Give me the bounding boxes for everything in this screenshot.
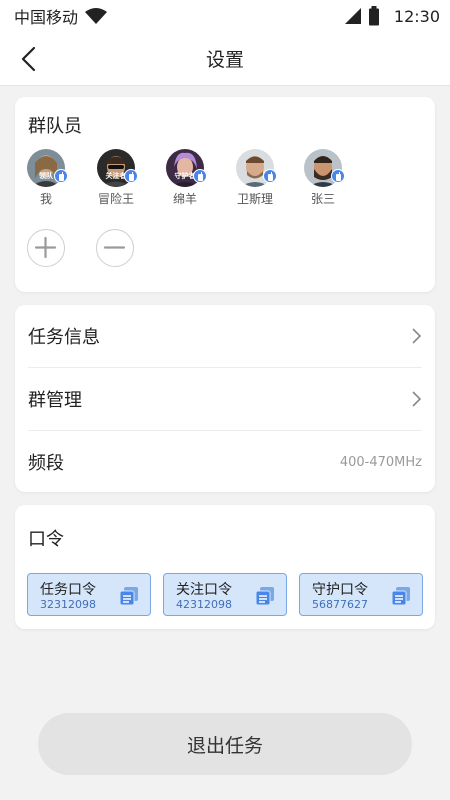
task-info-row[interactable]: 任务信息: [28, 305, 422, 367]
copy-icon: [119, 587, 138, 606]
back-arrow-icon[interactable]: [16, 45, 44, 73]
password-label: 任务口令: [40, 582, 96, 598]
exit-task-button[interactable]: 退出任务: [38, 713, 412, 775]
walkie-talkie-icon: [54, 169, 68, 183]
walkie-talkie-icon: [193, 169, 207, 183]
member-name: 卫斯理: [236, 192, 273, 206]
walkie-talkie-icon: [124, 169, 138, 183]
copy-icon: [255, 587, 274, 606]
page-title: 设置: [205, 49, 244, 71]
frequency-band-row: 频段 400-470MHz: [28, 431, 422, 493]
passwords-title: 口令: [28, 529, 64, 550]
walkie-talkie-icon: [331, 169, 345, 183]
frequency-band-label: 频段: [28, 453, 64, 474]
member-item[interactable]: 守护者 绵羊: [160, 149, 210, 207]
member-name: 张三: [310, 192, 335, 206]
password-code: 56877627: [312, 598, 368, 611]
member-item[interactable]: 张三: [298, 149, 348, 207]
chevron-right-icon: [412, 391, 422, 407]
member-item[interactable]: 卫斯理: [230, 149, 280, 207]
group-manage-label: 群管理: [28, 390, 82, 411]
battery-icon: [368, 6, 379, 26]
wifi-icon: [85, 8, 108, 24]
remove-member-button[interactable]: [96, 229, 134, 267]
follow-password-chip[interactable]: 关注口令 42312098: [163, 573, 287, 616]
task-info-label: 任务信息: [28, 327, 100, 348]
group-manage-row[interactable]: 群管理: [28, 368, 422, 430]
plus-icon: [34, 236, 57, 259]
add-member-button[interactable]: [27, 229, 65, 267]
password-label: 关注口令: [176, 582, 232, 598]
members-title: 群队员: [28, 116, 82, 137]
carrier-label: 中国移动: [14, 8, 79, 27]
signal-icon: [344, 8, 361, 24]
nav-bar: 设置: [0, 32, 450, 86]
password-code: 42312098: [176, 598, 232, 611]
member-item[interactable]: 关注者 冒险王: [91, 149, 141, 207]
frequency-band-value: 400-470MHz: [339, 454, 422, 470]
clock: 12:30: [393, 6, 440, 26]
member-name: 冒险王: [97, 192, 134, 206]
password-label: 守护口令: [312, 582, 368, 598]
status-bar: 中国移动 12:30: [0, 0, 450, 32]
member-name: 绵羊: [172, 192, 197, 206]
member-item[interactable]: 领队 我: [21, 149, 71, 207]
password-code: 32312098: [40, 598, 96, 611]
member-name: 我: [39, 192, 52, 206]
task-password-chip[interactable]: 任务口令 32312098: [27, 573, 151, 616]
guard-password-chip[interactable]: 守护口令 56877627: [299, 573, 423, 616]
minus-icon: [103, 246, 126, 249]
walkie-talkie-icon: [263, 169, 277, 183]
passwords-card: 口令 任务口令 32312098 关注口令 42312098 守护口令 5687…: [15, 505, 435, 629]
chevron-right-icon: [412, 328, 422, 344]
copy-icon: [391, 587, 410, 606]
settings-menu-card: 任务信息 群管理 频段 400-470MHz: [15, 305, 435, 492]
members-card: 群队员 领队 我 关注者 冒险王 守护者 绵羊 卫斯理 张三: [15, 97, 435, 292]
